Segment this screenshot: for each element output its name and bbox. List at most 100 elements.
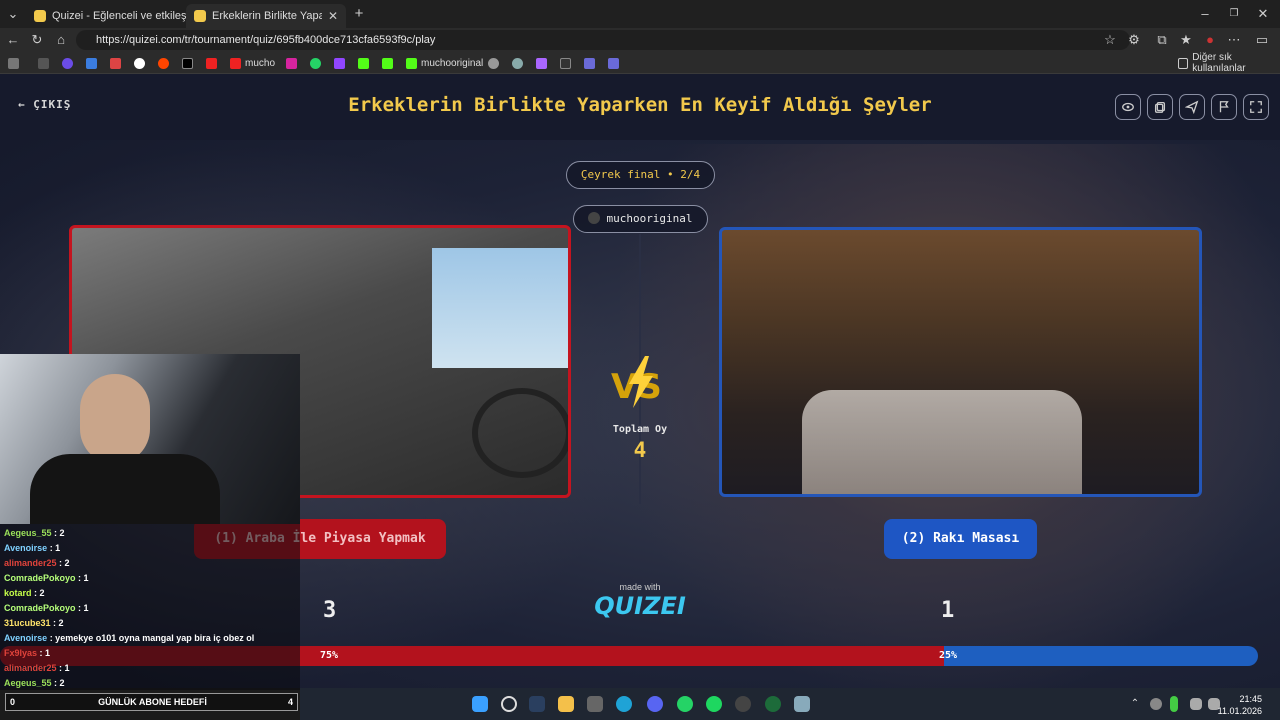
avatar	[588, 212, 601, 224]
quizei-favicon-icon	[194, 10, 206, 22]
bookmark-icon[interactable]	[8, 55, 23, 71]
chat-text: : 2	[51, 528, 65, 538]
subscriber-goal-bar: 0 GÜNLÜK ABONE HEDEFİ 4	[5, 693, 298, 711]
url-text: https://quizei.com/tr/tournament/quiz/69…	[96, 34, 436, 46]
profile-avatar-icon[interactable]: ●	[1201, 31, 1219, 49]
bookmark-icon[interactable]	[38, 55, 53, 71]
app-icon[interactable]	[765, 696, 781, 712]
app-icon[interactable]	[794, 696, 810, 712]
chat-username: Fx9lyas	[4, 648, 38, 658]
url-input[interactable]: https://quizei.com/tr/tournament/quiz/69…	[76, 30, 1130, 50]
page-title: Erkeklerin Birlikte Yaparken En Keyif Al…	[348, 94, 932, 116]
tab-quiz-play[interactable]: Erkeklerin Birlikte Yaparken En Keyif Al…	[186, 4, 346, 28]
copy-button[interactable]	[1147, 94, 1173, 120]
extensions-icon[interactable]: ⚙	[1125, 31, 1143, 49]
browser-tab-bar: ⌄ Quizei - Eğlenceli ve etkileşimli quiz…	[0, 0, 1280, 28]
round-badge: Çeyrek final • 2/4	[566, 161, 715, 189]
new-tab-icon[interactable]: +	[350, 5, 368, 23]
tab-title: Quizei - Eğlenceli ve etkileşimli quiz	[52, 10, 186, 22]
quiz-header: ← ÇIKIŞ Erkeklerin Birlikte Yaparken En …	[0, 74, 1280, 140]
bookmark-muchooriginal[interactable]: muchooriginal	[406, 55, 483, 71]
close-tab-icon[interactable]: ✕	[322, 9, 338, 23]
clock[interactable]: 21:45 11.01.2026	[1218, 693, 1262, 717]
whatsapp-icon[interactable]	[310, 55, 325, 71]
edge-icon[interactable]	[616, 696, 632, 712]
sidebar-icon[interactable]: ▭	[1253, 31, 1271, 49]
chat-text: : 2	[51, 678, 65, 688]
bookmark-icon[interactable]	[512, 55, 527, 71]
chat-text: : 2	[31, 588, 45, 598]
store-icon[interactable]	[587, 696, 603, 712]
microphone-icon[interactable]	[1170, 696, 1178, 712]
reload-icon[interactable]: ↻	[28, 31, 46, 49]
restore-icon[interactable]: ❐	[1225, 5, 1243, 23]
report-button[interactable]	[1211, 94, 1237, 120]
search-icon[interactable]	[501, 696, 517, 712]
youtube-icon[interactable]	[206, 55, 221, 71]
home-icon[interactable]: ⌂	[52, 31, 70, 49]
tray-app-icon[interactable]	[1150, 698, 1162, 710]
close-window-icon[interactable]: ✕	[1254, 5, 1272, 23]
bookmark-icon[interactable]	[86, 55, 101, 71]
back-icon[interactable]: ←	[4, 31, 22, 49]
bookmark-mucho[interactable]: mucho	[230, 55, 275, 71]
send-icon	[1184, 100, 1199, 115]
reddit-icon[interactable]	[158, 55, 173, 71]
tab-quizei-home[interactable]: Quizei - Eğlenceli ve etkileşimli quiz ✕	[26, 4, 186, 28]
bookmarks-bar: mucho muchooriginal Diğer sık kullanılan…	[0, 52, 1280, 74]
chat-message: Aegeus_55 : 2	[4, 528, 65, 538]
fullscreen-button[interactable]	[1243, 94, 1269, 120]
chat-message: alimander25 : 1	[4, 663, 70, 673]
creator-badge[interactable]: muchooriginal	[573, 205, 708, 233]
chat-username: ComradePokoyo	[4, 603, 76, 613]
gmail-icon[interactable]	[110, 55, 125, 71]
chat-message: Avenoirse : yemekye o101 oyna mangal yap…	[4, 633, 254, 643]
tray-chevron-icon[interactable]: ⌃	[1127, 696, 1143, 712]
tab-title: Erkeklerin Birlikte Yaparken En Keyif Al…	[212, 10, 322, 22]
tab-list-icon[interactable]: ⌄	[4, 5, 22, 23]
chat-username: Avenoirse	[4, 543, 48, 553]
chat-message: ComradePokoyo : 1	[4, 603, 89, 613]
chat-message: Aegeus_55 : 2	[4, 678, 65, 688]
bookmark-icon[interactable]	[62, 55, 77, 71]
whatsapp-icon[interactable]	[677, 696, 693, 712]
kick-icon[interactable]	[382, 55, 397, 71]
eye-icon	[1122, 102, 1134, 112]
kick-icon[interactable]	[358, 55, 373, 71]
view-button[interactable]	[1115, 94, 1141, 120]
chat-username: ComradePokoyo	[4, 573, 76, 583]
start-icon[interactable]	[472, 696, 488, 712]
webcam-overlay	[0, 354, 300, 524]
bookmark-icon[interactable]	[560, 55, 575, 71]
instagram-icon[interactable]	[286, 55, 301, 71]
network-icon[interactable]	[1190, 698, 1202, 710]
split-screen-icon[interactable]: ⧉	[1153, 31, 1171, 49]
chat-text: : 2	[56, 558, 70, 568]
twitch-icon[interactable]	[334, 55, 349, 71]
bookmark-icon[interactable]	[584, 55, 599, 71]
favorite-star-icon[interactable]: ☆	[1101, 31, 1119, 49]
bookmark-icon[interactable]	[608, 55, 623, 71]
other-favorites[interactable]: Diğer sık kullanılanlar	[1178, 52, 1280, 74]
obs-icon[interactable]	[735, 696, 751, 712]
chat-message: 31ucube31 : 2	[4, 618, 64, 628]
bookmark-icon[interactable]	[488, 55, 503, 71]
chat-text: : 1	[47, 543, 61, 553]
option-2-button[interactable]: (2) Rakı Masası	[884, 519, 1037, 559]
chat-text: : 1	[56, 663, 70, 673]
minimize-icon[interactable]: –	[1196, 5, 1214, 23]
more-menu-icon[interactable]: ⋯	[1225, 31, 1243, 49]
x-icon[interactable]	[182, 55, 197, 71]
quizei-logo: QUIZEI	[594, 592, 686, 620]
bookmark-icon[interactable]	[536, 55, 551, 71]
discord-icon[interactable]	[647, 696, 663, 712]
streamer-shirt	[30, 454, 220, 524]
favorites-icon[interactable]: ★	[1177, 31, 1195, 49]
google-icon[interactable]	[134, 55, 149, 71]
chat-message: Fx9lyas : 1	[4, 648, 50, 658]
share-button[interactable]	[1179, 94, 1205, 120]
spotify-icon[interactable]	[706, 696, 722, 712]
option-2-image[interactable]	[719, 227, 1202, 497]
file-explorer-icon[interactable]	[558, 696, 574, 712]
steam-icon[interactable]	[529, 696, 545, 712]
